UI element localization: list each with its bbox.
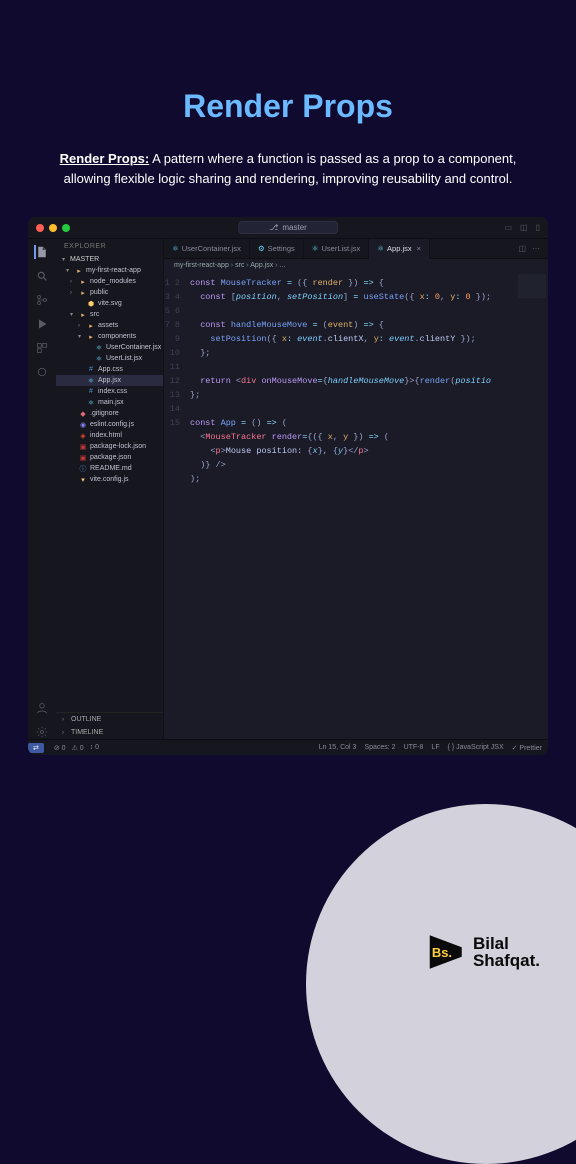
gear-icon[interactable] xyxy=(35,725,49,739)
file-tree: ▾▸my-first-react-app›▸node_modules›▸publ… xyxy=(56,265,163,712)
minimize-icon[interactable] xyxy=(49,224,57,232)
tree-item[interactable]: ›▸assets xyxy=(56,320,163,331)
activity-bar xyxy=(28,239,56,739)
tree-item[interactable]: ⚛UserContainer.jsx xyxy=(56,342,163,353)
branch-icon: ⎇ xyxy=(269,223,278,232)
brand: Bs. Bilal Shafqat. xyxy=(425,932,540,972)
search-icon[interactable] xyxy=(35,269,49,283)
tab[interactable]: ⚛App.jsx× xyxy=(369,239,430,259)
more-icon[interactable]: ⋯ xyxy=(532,244,540,253)
status-spaces[interactable]: Spaces: 2 xyxy=(364,744,395,752)
desc-lead: Render Props: xyxy=(60,151,150,166)
tree-item[interactable]: ⚛main.jsx xyxy=(56,397,163,408)
status-encoding[interactable]: UTF-8 xyxy=(404,744,424,752)
extra-icon[interactable] xyxy=(35,365,49,379)
tree-item[interactable]: ◈index.html xyxy=(56,430,163,441)
line-gutter: 1 2 3 4 5 6 7 8 9 10 11 12 13 14 15 xyxy=(164,272,186,739)
command-center[interactable]: ⎇ master xyxy=(238,221,338,234)
footer-decor xyxy=(306,804,576,1164)
outline-section[interactable]: ›OUTLINE xyxy=(56,713,163,726)
tab[interactable]: ⚛UserContainer.jsx xyxy=(164,239,250,258)
tree-item[interactable]: ▣package-lock.json xyxy=(56,441,163,452)
panel-icon[interactable]: ◫ xyxy=(520,223,528,232)
tree-item[interactable]: ›▸node_modules xyxy=(56,276,163,287)
account-icon[interactable] xyxy=(35,701,49,715)
brand-logo-icon: Bs. xyxy=(425,932,465,972)
status-prettier[interactable]: ✓ Prettier xyxy=(512,744,542,752)
tree-item[interactable]: #App.css xyxy=(56,364,163,375)
sidebar-section[interactable]: ▾MASTER xyxy=(56,254,163,265)
tree-item[interactable]: ›▸public xyxy=(56,287,163,298)
tree-item[interactable]: ▣package.json xyxy=(56,452,163,463)
tree-item[interactable]: ▾▸src xyxy=(56,309,163,320)
branch-name: master xyxy=(282,223,306,232)
sidebar: EXPLORER ▾MASTER ▾▸my-first-react-app›▸n… xyxy=(56,239,164,739)
tree-item[interactable]: ◉eslint.config.js xyxy=(56,419,163,430)
status-bar: ⇄ ⊘ 0 ⚠ 0 ↕ 0 Ln 15, Col 3 Spaces: 2 UTF… xyxy=(28,739,548,755)
source-control-icon[interactable] xyxy=(35,293,49,307)
vscode-window: ⎇ master ▭ ◫ ▯ EXPLORER ▾MASTER ▾▸my-fir… xyxy=(28,217,548,755)
tree-item[interactable]: ▾▸my-first-react-app xyxy=(56,265,163,276)
layout-icon[interactable]: ▭ xyxy=(504,223,512,232)
tab-bar: ⚛UserContainer.jsx⚙Settings⚛UserList.jsx… xyxy=(164,239,548,259)
tree-item[interactable]: ◆.gitignore xyxy=(56,408,163,419)
code-content[interactable]: const MouseTracker = ({ render }) => { c… xyxy=(186,272,548,739)
extensions-icon[interactable] xyxy=(35,341,49,355)
window-controls xyxy=(36,224,70,232)
tab[interactable]: ⚙Settings xyxy=(250,239,304,258)
status-eol[interactable]: LF xyxy=(431,744,439,752)
editor-area: ⚛UserContainer.jsx⚙Settings⚛UserList.jsx… xyxy=(164,239,548,739)
titlebar: ⎇ master ▭ ◫ ▯ xyxy=(28,217,548,239)
run-debug-icon[interactable] xyxy=(35,317,49,331)
breadcrumb[interactable]: my-first-react-app › src › App.jsx › ... xyxy=(164,259,548,272)
tree-item[interactable]: ▾vite.config.js xyxy=(56,474,163,485)
status-cursor[interactable]: Ln 15, Col 3 xyxy=(319,744,357,752)
editor[interactable]: 1 2 3 4 5 6 7 8 9 10 11 12 13 14 15 cons… xyxy=(164,272,548,739)
explorer-icon[interactable] xyxy=(34,245,48,259)
split-icon[interactable]: ◫ xyxy=(518,244,526,253)
status-warnings[interactable]: ⚠ 0 xyxy=(72,744,84,752)
page-description: Render Props: A pattern where a function… xyxy=(0,125,576,189)
sidebar-icon[interactable]: ▯ xyxy=(536,223,540,232)
close-icon[interactable] xyxy=(36,224,44,232)
page-title: Render Props xyxy=(0,0,576,125)
remote-indicator[interactable]: ⇄ xyxy=(28,743,44,753)
minimap[interactable] xyxy=(518,274,546,334)
tree-item[interactable]: ⬢vite.svg xyxy=(56,298,163,309)
status-language[interactable]: { } JavaScript JSX xyxy=(448,744,504,752)
tree-item[interactable]: ⓘREADME.md xyxy=(56,463,163,474)
brand-text: Bilal Shafqat. xyxy=(473,935,540,969)
maximize-icon[interactable] xyxy=(62,224,70,232)
tree-item[interactable]: #index.css xyxy=(56,386,163,397)
tree-item[interactable]: ▾▸components xyxy=(56,331,163,342)
sidebar-title: EXPLORER xyxy=(56,239,163,254)
tree-item[interactable]: ⚛App.jsx xyxy=(56,375,163,386)
status-errors[interactable]: ⊘ 0 xyxy=(54,744,66,752)
status-ports[interactable]: ↕ 0 xyxy=(90,744,99,751)
tab[interactable]: ⚛UserList.jsx xyxy=(304,239,370,258)
tree-item[interactable]: ⚛UserList.jsx xyxy=(56,353,163,364)
timeline-section[interactable]: ›TIMELINE xyxy=(56,726,163,739)
